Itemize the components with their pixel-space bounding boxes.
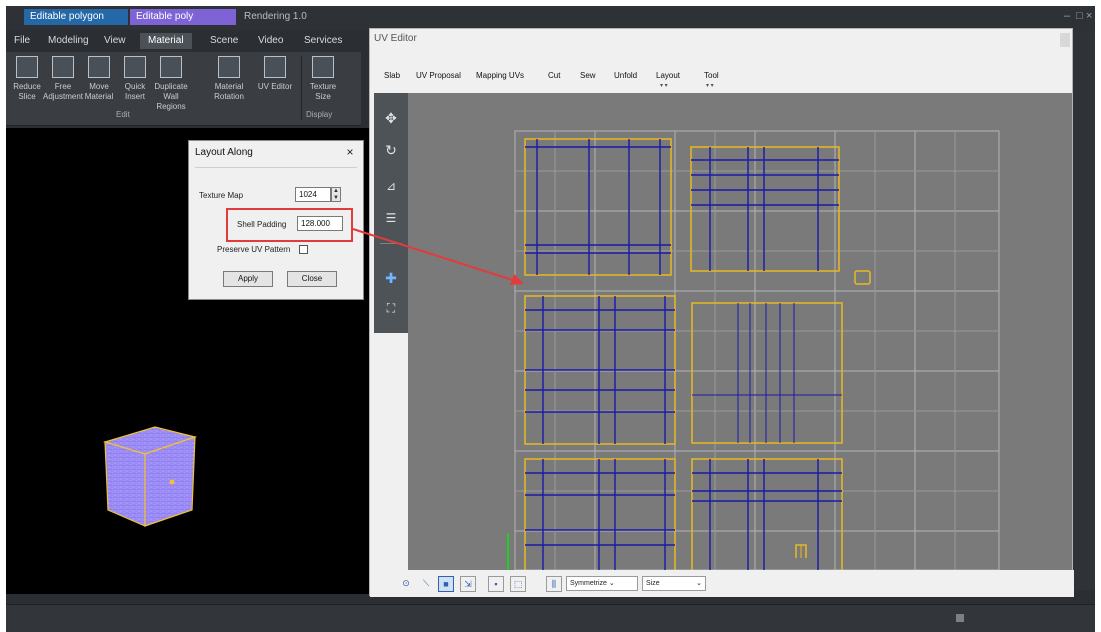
- minimize-button[interactable]: –: [1064, 10, 1070, 22]
- uv-canvas[interactable]: [408, 93, 1072, 570]
- free-adjustment-icon: [52, 56, 74, 78]
- ribbon-button-label: Texture Size: [309, 82, 337, 101]
- uv-menu-slab[interactable]: Slab: [384, 71, 400, 80]
- uv-menu-uv-proposal[interactable]: UV Proposal: [416, 71, 461, 80]
- rotate-icon[interactable]: ↻: [382, 141, 400, 159]
- menu-file[interactable]: File: [6, 33, 38, 49]
- ribbon-group-display: Display: [306, 110, 333, 119]
- dialog-divider: [195, 167, 357, 168]
- apply-button[interactable]: Apply: [223, 271, 273, 287]
- uv-editor-title: UV Editor: [374, 33, 417, 44]
- uv-bottom-toolbar: ⊙ ⟍ ■ ⇲ ▪ ⬚ ⫼ Symmetrize ⌄ Size ⌄: [370, 570, 1074, 597]
- uv-editor-icon: [264, 56, 286, 78]
- uv-menu-unfold[interactable]: Unfold: [614, 71, 637, 80]
- status-bar: [6, 604, 1095, 632]
- uv-menu-layout-dropdown[interactable]: ▾ ▾: [660, 82, 668, 89]
- uv-menu-tool-dropdown[interactable]: ▾ ▾: [706, 82, 714, 89]
- menu-video[interactable]: Video: [250, 33, 291, 49]
- document-tab-editable-poly[interactable]: Editable poly: [130, 9, 236, 25]
- element-mode-icon[interactable]: ⇲: [460, 576, 476, 592]
- uv-menu-sew[interactable]: Sew: [580, 71, 596, 80]
- close-app-button[interactable]: ×: [1086, 10, 1092, 22]
- vertex-mode-icon[interactable]: ⊙: [398, 576, 414, 592]
- move-icon[interactable]: ✥: [382, 109, 400, 127]
- texture-map-input[interactable]: 1024: [295, 187, 331, 202]
- texture-size-button[interactable]: Texture Size: [306, 54, 340, 106]
- preserve-uv-checkbox[interactable]: [299, 245, 308, 254]
- size-value: Size: [646, 580, 660, 587]
- ribbon-panel: Reduce Slice Free Adjustment Move Materi…: [6, 52, 361, 126]
- menu-modeling[interactable]: Modeling: [40, 33, 97, 49]
- move-material-icon: [88, 56, 110, 78]
- symmetry-dropdown[interactable]: Symmetrize ⌄: [566, 576, 638, 591]
- select-point-icon[interactable]: ▪: [488, 576, 504, 592]
- dialog-close-button[interactable]: ×: [341, 144, 359, 160]
- frame-icon[interactable]: ⛶: [382, 299, 400, 317]
- close-button[interactable]: Close: [287, 271, 337, 287]
- free-adjustment-button[interactable]: Free Adjustment: [43, 54, 83, 106]
- ribbon-button-label: UV Editor: [257, 82, 293, 91]
- menu-material[interactable]: Material: [140, 33, 192, 49]
- uv-editor-button[interactable]: UV Editor: [258, 54, 292, 106]
- uv-menu-mapping-uvs[interactable]: Mapping UVs: [476, 71, 524, 80]
- title-bar: Editable polygon Editable poly Rendering…: [6, 6, 1095, 30]
- chevron-down-icon: ⌄: [696, 580, 702, 587]
- uv-editor-close-button[interactable]: [1060, 33, 1070, 47]
- document-title: Rendering 1.0: [244, 11, 307, 22]
- status-bar-handle[interactable]: [956, 614, 964, 622]
- texture-map-label: Texture Map: [199, 191, 244, 200]
- ribbon-button-label: Duplicate Wall Regions: [154, 82, 188, 111]
- texture-map-spinner[interactable]: ▲ ▼: [331, 187, 341, 202]
- preserve-uv-label: Preserve UV Pattern: [217, 245, 291, 254]
- tab-label: Editable polygon: [30, 11, 104, 22]
- uv-menu-tool[interactable]: Tool: [704, 71, 719, 80]
- select-region-icon[interactable]: ⬚: [510, 576, 526, 592]
- ribbon-group-edit: Edit: [116, 110, 130, 119]
- center-pivot-icon[interactable]: ✚: [382, 269, 400, 287]
- uv-menu-cut[interactable]: Cut: [548, 71, 560, 80]
- reduce-slice-icon: [16, 56, 38, 78]
- align-icon[interactable]: ☰: [382, 209, 400, 227]
- duplicate-wall-regions-button[interactable]: Duplicate Wall Regions: [154, 54, 188, 111]
- move-material-button[interactable]: Move Material: [82, 54, 116, 106]
- dialog-title: Layout Along: [195, 147, 253, 158]
- ribbon-button-label: Material Rotation: [214, 82, 244, 101]
- symmetry-icon[interactable]: ⫼: [546, 576, 562, 592]
- symmetry-value: Symmetrize: [570, 580, 607, 587]
- uv-editor-window: UV Editor Slab UV Proposal Mapping UVs C…: [369, 28, 1074, 597]
- quick-insert-button[interactable]: Quick Insert: [118, 54, 152, 106]
- scale-icon[interactable]: ⊿: [382, 177, 400, 195]
- material-rotation-button[interactable]: Material Rotation: [212, 54, 246, 106]
- highlight-box: [226, 208, 353, 242]
- uv-layout-drawing: [507, 130, 1000, 570]
- uv-tool-strip: ✥ ↻ ⊿ ☰ ✚ ⛶: [374, 93, 408, 333]
- face-mode-icon[interactable]: ■: [438, 576, 454, 592]
- menu-services[interactable]: Services: [296, 33, 350, 49]
- edge-mode-icon[interactable]: ⟍: [418, 576, 434, 592]
- texture-size-icon: [312, 56, 334, 78]
- quick-insert-icon: [124, 56, 146, 78]
- maximize-button[interactable]: □: [1076, 10, 1083, 22]
- tool-separator: [380, 243, 402, 244]
- chevron-down-icon: ⌄: [608, 580, 615, 587]
- duplicate-wall-icon: [160, 56, 182, 78]
- reduce-slice-button[interactable]: Reduce Slice: [10, 54, 44, 106]
- uv-menu-layout[interactable]: Layout: [656, 71, 680, 80]
- menu-scene[interactable]: Scene: [202, 33, 246, 49]
- material-rotation-icon: [218, 56, 240, 78]
- size-dropdown[interactable]: Size ⌄: [642, 576, 706, 591]
- tab-label: Editable poly: [136, 11, 194, 22]
- menu-view[interactable]: View: [96, 33, 134, 49]
- document-tab-editable-polygon[interactable]: Editable polygon: [24, 9, 128, 25]
- textured-cube[interactable]: [100, 422, 200, 532]
